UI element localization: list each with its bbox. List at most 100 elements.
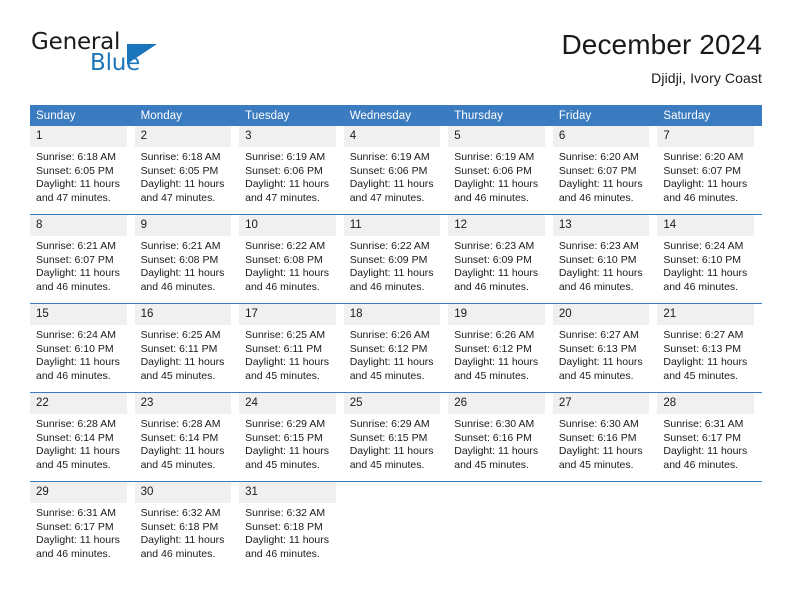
calendar-day-cell[interactable]: 31 Sunrise: 6:32 AM Sunset: 6:18 PM Dayligh… (239, 481, 344, 570)
day-number: 31 (239, 482, 336, 503)
sunrise-text: Sunrise: 6:19 AM (245, 151, 326, 163)
sunrise-text: Sunrise: 6:24 AM (663, 240, 744, 252)
day-number: 6 (552, 126, 650, 147)
weekday-header-monday: Monday (134, 105, 240, 126)
calendar-day-cell[interactable]: 12 Sunrise: 6:23 AM Sunset: 6:09 PM Dayligh… (448, 214, 553, 304)
daylight-text-line2: and 45 minutes. (663, 369, 739, 382)
calendar-day-cell[interactable]: 25 Sunrise: 6:29 AM Sunset: 6:15 PM Dayligh… (343, 392, 449, 482)
sunrise-text: Sunrise: 6:22 AM (245, 240, 326, 252)
calendar-day-cell[interactable]: 14 Sunrise: 6:24 AM Sunset: 6:10 PM Dayligh… (657, 214, 762, 304)
daylight-text-line2: and 46 minutes. (36, 547, 111, 560)
sunrise-text: Sunrise: 6:18 AM (140, 151, 221, 163)
calendar-day-cell[interactable]: 24 Sunrise: 6:29 AM Sunset: 6:15 PM Dayligh… (239, 392, 344, 482)
daylight-text-line1: Daylight: 11 hours (349, 356, 434, 369)
calendar-day-cell[interactable]: 18 Sunrise: 6:26 AM Sunset: 6:12 PM Dayligh… (343, 303, 449, 393)
daylight-text-line2: and 46 minutes. (454, 280, 529, 293)
calendar-day-cell-empty (552, 481, 658, 570)
sunset-text: Sunset: 6:08 PM (245, 253, 323, 266)
calendar-day-cell[interactable]: 29 Sunrise: 6:31 AM Sunset: 6:17 PM Dayligh… (30, 481, 135, 570)
daylight-text-line1: Daylight: 11 hours (245, 356, 329, 369)
day-details: Sunrise: 6:25 AM Sunset: 6:11 PM Daylight:… (239, 325, 336, 383)
day-details: Sunrise: 6:27 AM Sunset: 6:13 PM Daylight:… (657, 325, 754, 383)
calendar-day-cell[interactable]: 8 Sunrise: 6:21 AM Sunset: 6:07 PM Daylight… (30, 214, 135, 304)
sunset-text: Sunset: 6:07 PM (558, 164, 637, 177)
daylight-text-line2: and 46 minutes. (349, 280, 425, 293)
calendar-day-cell[interactable]: 3 Sunrise: 6:19 AM Sunset: 6:06 PM Daylight… (239, 126, 344, 215)
calendar-day-cell[interactable]: 20 Sunrise: 6:27 AM Sunset: 6:13 PM Dayligh… (552, 303, 658, 393)
day-number: 4 (343, 126, 441, 147)
daylight-text-line1: Daylight: 11 hours (36, 534, 120, 547)
calendar-week-row: 22 Sunrise: 6:28 AM Sunset: 6:14 PM Dayligh… (30, 392, 762, 482)
daylight-text-line2: and 45 minutes. (454, 458, 529, 471)
day-details: Sunrise: 6:22 AM Sunset: 6:08 PM Daylight:… (239, 236, 336, 294)
daylight-text-line2: and 47 minutes. (349, 191, 425, 204)
sunrise-text: Sunrise: 6:21 AM (140, 240, 221, 252)
calendar-day-cell[interactable]: 10 Sunrise: 6:22 AM Sunset: 6:08 PM Dayligh… (239, 214, 344, 304)
calendar-day-cell[interactable]: 5 Sunrise: 6:19 AM Sunset: 6:06 PM Daylight… (448, 126, 553, 215)
day-details: Sunrise: 6:18 AM Sunset: 6:05 PM Daylight:… (135, 147, 232, 205)
day-number: 13 (552, 215, 650, 236)
calendar-day-cell[interactable]: 28 Sunrise: 6:31 AM Sunset: 6:17 PM Dayligh… (657, 392, 762, 482)
calendar-day-cell[interactable]: 17 Sunrise: 6:25 AM Sunset: 6:11 PM Dayligh… (239, 303, 344, 393)
calendar-day-cell[interactable]: 15 Sunrise: 6:24 AM Sunset: 6:10 PM Dayligh… (30, 303, 135, 393)
calendar-week-row: 8 Sunrise: 6:21 AM Sunset: 6:07 PM Daylight… (30, 214, 762, 304)
calendar-day-cell[interactable]: 23 Sunrise: 6:28 AM Sunset: 6:14 PM Dayligh… (134, 392, 240, 482)
brand-name-blue: Blue (90, 50, 141, 76)
daylight-text-line2: and 47 minutes. (245, 191, 320, 204)
day-details: Sunrise: 6:23 AM Sunset: 6:10 PM Daylight:… (553, 236, 650, 294)
calendar-day-cell[interactable]: 26 Sunrise: 6:30 AM Sunset: 6:16 PM Dayligh… (448, 392, 553, 482)
daylight-text-line2: and 46 minutes. (36, 280, 111, 293)
day-details: Sunrise: 6:28 AM Sunset: 6:14 PM Daylight:… (135, 414, 232, 472)
daylight-text-line1: Daylight: 11 hours (349, 267, 434, 280)
calendar-day-cell[interactable]: 6 Sunrise: 6:20 AM Sunset: 6:07 PM Daylight… (552, 126, 658, 215)
daylight-text-line1: Daylight: 11 hours (558, 267, 643, 280)
daylight-text-line2: and 45 minutes. (454, 369, 529, 382)
calendar-day-cell[interactable]: 16 Sunrise: 6:25 AM Sunset: 6:11 PM Dayligh… (134, 303, 240, 393)
sunrise-text: Sunrise: 6:27 AM (558, 329, 639, 341)
day-number: 17 (239, 304, 336, 325)
day-details: Sunrise: 6:18 AM Sunset: 6:05 PM Daylight:… (30, 147, 127, 205)
day-number (553, 482, 650, 503)
sunset-text: Sunset: 6:08 PM (140, 253, 219, 266)
day-details: Sunrise: 6:26 AM Sunset: 6:12 PM Daylight:… (344, 325, 441, 383)
calendar-header-row: Sunday Monday Tuesday Wednesday Thursday… (30, 105, 762, 126)
day-number: 28 (657, 393, 754, 414)
day-number: 21 (657, 304, 754, 325)
daylight-text-line1: Daylight: 11 hours (140, 267, 225, 280)
daylight-text-line2: and 46 minutes. (663, 458, 739, 471)
day-details: Sunrise: 6:29 AM Sunset: 6:15 PM Daylight:… (344, 414, 441, 472)
daylight-text-line1: Daylight: 11 hours (349, 445, 434, 458)
calendar-day-cell[interactable]: 7 Sunrise: 6:20 AM Sunset: 6:07 PM Daylight… (657, 126, 762, 215)
calendar-day-cell[interactable]: 11 Sunrise: 6:22 AM Sunset: 6:09 PM Dayligh… (343, 214, 449, 304)
calendar-day-cell[interactable]: 13 Sunrise: 6:23 AM Sunset: 6:10 PM Dayligh… (552, 214, 658, 304)
sunrise-text: Sunrise: 6:32 AM (245, 507, 326, 519)
calendar-day-cell-empty (343, 481, 449, 570)
day-number: 18 (343, 304, 441, 325)
weekday-header-saturday: Saturday (657, 105, 762, 126)
sunrise-text: Sunrise: 6:21 AM (36, 240, 116, 252)
calendar-day-cell[interactable]: 27 Sunrise: 6:30 AM Sunset: 6:16 PM Dayligh… (552, 392, 658, 482)
calendar-day-cell[interactable]: 19 Sunrise: 6:26 AM Sunset: 6:12 PM Dayligh… (448, 303, 553, 393)
page-title: December 2024 (561, 29, 762, 60)
sunrise-text: Sunrise: 6:28 AM (140, 418, 221, 430)
sunrise-text: Sunrise: 6:25 AM (245, 329, 326, 341)
calendar-day-cell[interactable]: 4 Sunrise: 6:19 AM Sunset: 6:06 PM Daylight… (343, 126, 449, 215)
sunset-text: Sunset: 6:11 PM (140, 342, 218, 355)
calendar-day-cell[interactable]: 30 Sunrise: 6:32 AM Sunset: 6:18 PM Dayligh… (134, 481, 240, 570)
daylight-text-line1: Daylight: 11 hours (663, 356, 748, 369)
calendar-day-cell[interactable]: 22 Sunrise: 6:28 AM Sunset: 6:14 PM Dayligh… (30, 392, 135, 482)
calendar-day-cell[interactable]: 21 Sunrise: 6:27 AM Sunset: 6:13 PM Dayligh… (657, 303, 762, 393)
calendar-week-row: 15 Sunrise: 6:24 AM Sunset: 6:10 PM Dayligh… (30, 303, 762, 393)
sunset-text: Sunset: 6:07 PM (36, 253, 114, 266)
calendar-day-cell[interactable]: 9 Sunrise: 6:21 AM Sunset: 6:08 PM Daylight… (134, 214, 240, 304)
sunset-text: Sunset: 6:07 PM (663, 164, 742, 177)
sunrise-text: Sunrise: 6:23 AM (558, 240, 639, 252)
calendar-week-row: 1 Sunrise: 6:18 AM Sunset: 6:05 PM Daylight… (30, 126, 762, 215)
sunset-text: Sunset: 6:05 PM (140, 164, 219, 177)
brand-logo[interactable]: General Blue (30, 30, 240, 86)
calendar-day-cell[interactable]: 1 Sunrise: 6:18 AM Sunset: 6:05 PM Daylight… (30, 126, 135, 215)
day-number (344, 482, 441, 503)
daylight-text-line2: and 46 minutes. (245, 280, 320, 293)
calendar-day-cell[interactable]: 2 Sunrise: 6:18 AM Sunset: 6:05 PM Daylight… (134, 126, 240, 215)
day-number: 23 (134, 393, 232, 414)
